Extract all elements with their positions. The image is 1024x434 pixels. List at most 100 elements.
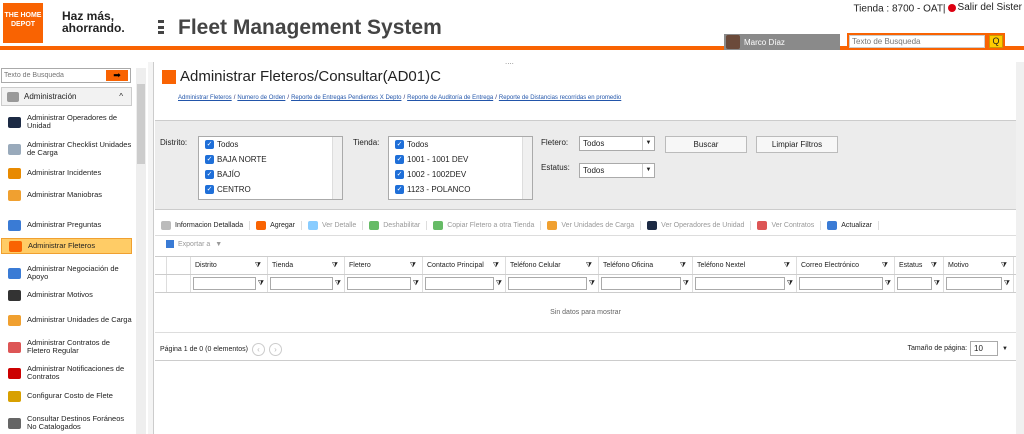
column-header[interactable]: Teléfono Nextel ⧩ [693,257,797,274]
estatus-select[interactable]: Todos ▼ [579,163,655,178]
export-menu[interactable]: Exportar a ▼ [155,237,222,251]
fletero-select[interactable]: Todos ▼ [579,136,655,151]
tienda-scrollbar[interactable] [522,137,532,199]
sidebar-item[interactable]: Administrar Contratos de Fletero Regular [1,337,132,357]
page-size-select[interactable]: 10 [970,341,999,356]
sidebar-item[interactable]: Administrar Unidades de Carga [1,310,132,330]
checkbox-icon[interactable]: ✓ [205,170,214,179]
filter-icon[interactable]: ⧩ [931,257,937,275]
menu-toggle-icon[interactable] [158,20,164,34]
column-header[interactable]: Tienda ⧩ [268,257,345,274]
checkbox-icon[interactable]: ✓ [395,170,404,179]
filter-icon[interactable]: ⧩ [589,275,595,293]
filter-icon[interactable]: ⧩ [787,275,793,293]
column-filter-input[interactable] [799,277,883,290]
sidebar-item[interactable]: Consultar Destinos Foráneos No Catalogad… [1,413,132,433]
column-filter-input[interactable] [946,277,1002,290]
logout-link[interactable]: Salir del Sister [946,2,1022,13]
sidebar-scroll-thumb[interactable] [137,84,145,164]
toolbar-button[interactable]: Agregar [250,221,302,230]
filter-icon[interactable]: ⧩ [1001,257,1007,275]
filter-icon[interactable]: ⧩ [882,257,888,275]
tienda-option[interactable]: ✓ 1002 - 1002DEV [389,167,532,182]
column-filter-input[interactable] [193,277,256,290]
filter-icon[interactable]: ⧩ [934,275,940,293]
arrow-right-icon[interactable]: ➡ [106,70,128,81]
column-filter-input[interactable] [508,277,587,290]
prev-page-button[interactable]: ‹ [251,343,265,356]
sidebar-item[interactable]: Administrar Maniobras [1,188,132,202]
column-header[interactable]: Motivo ⧩ [944,257,1014,274]
distrito-option[interactable]: ✓ BAJÍO [199,167,342,182]
user-badge[interactable]: Marco Díaz [724,34,840,50]
sidebar-item[interactable]: Administrar Notificaciones de Contratos [1,363,132,383]
filter-icon[interactable]: ⧩ [335,275,341,293]
tienda-option[interactable]: ✓ Todos [389,137,532,152]
column-header[interactable]: Teléfono Oficina ⧩ [599,257,693,274]
sidebar-item[interactable]: Configurar Costo de Flete [1,389,132,403]
column-header[interactable]: Teléfono Celular ⧩ [506,257,599,274]
toolbar-button[interactable]: Deshabilitar [363,221,428,230]
checkbox-icon[interactable]: ✓ [205,140,214,149]
breadcrumb-link[interactable]: Numero de Orden [237,95,285,101]
column-filter-input[interactable] [695,277,785,290]
sidebar-item[interactable]: Administrar Incidentes [1,166,132,180]
tienda-list[interactable]: ✓ Todos ✓ 1001 - 1001 DEV ✓ 1002 - 1002DEV ✓ 11… [388,136,533,200]
column-header[interactable]: Contacto Principal ⧩ [423,257,506,274]
distrito-scrollbar[interactable] [332,137,342,199]
header-search-input[interactable] [849,35,985,48]
checkbox-icon[interactable]: ✓ [395,185,404,194]
column-filter-input[interactable] [601,277,681,290]
filter-icon[interactable]: ⧩ [332,257,338,275]
sidebar-item[interactable]: Administrar Negociación de Apoyo [1,263,132,283]
breadcrumb-link[interactable]: Reporte de Auditoría de Entrega [407,95,493,101]
sidebar-section-header[interactable]: Administración ^ [1,87,132,106]
filter-icon[interactable]: ⧩ [410,257,416,275]
toolbar-button[interactable]: Actualizar [821,221,879,230]
column-filter-input[interactable] [425,277,494,290]
filter-icon[interactable]: ⧩ [885,275,891,293]
distrito-option[interactable]: ✓ Todos [199,137,342,152]
tienda-option[interactable]: ✓ 1001 - 1001 DEV [389,152,532,167]
checkbox-icon[interactable]: ✓ [395,155,404,164]
distrito-option[interactable]: ✓ BAJA NORTE [199,152,342,167]
breadcrumb-link[interactable]: Reporte de Entregas Pendientes X Depto [291,95,401,101]
filter-icon[interactable]: ⧩ [496,275,502,293]
column-header[interactable]: Distrito ⧩ [191,257,268,274]
toolbar-button[interactable]: Ver Operadores de Unidad [641,221,752,230]
tienda-option[interactable]: ✓ 1123 - POLANCO [389,182,532,197]
sidebar-item[interactable]: Administrar Preguntas [1,218,132,232]
checkbox-icon[interactable]: ✓ [395,140,404,149]
filter-icon[interactable]: ⧩ [586,257,592,275]
chevron-down-icon[interactable]: ▼ [1002,346,1008,352]
toolbar-button[interactable]: Copiar Fletero a otra Tienda [427,221,542,230]
column-header[interactable]: Correo Electrónico ⧩ [797,257,895,274]
page-scrollbar[interactable] [1016,62,1024,434]
filter-icon[interactable]: ⧩ [680,257,686,275]
checkbox-icon[interactable]: ✓ [205,185,214,194]
limpiar-filtros-button[interactable]: Limpiar Filtros [756,136,838,153]
distrito-option[interactable]: ✓ CENTRO [199,182,342,197]
home-depot-logo[interactable]: THE HOME DEPOT [3,3,43,43]
breadcrumb-link[interactable]: Reporte de Distancias recorridas en prom… [499,95,621,101]
sidebar-item[interactable]: Administrar Motivos [1,288,132,302]
checkbox-icon[interactable]: ✓ [205,155,214,164]
column-filter-input[interactable] [347,277,411,290]
filter-icon[interactable]: ⧩ [683,275,689,293]
search-icon[interactable]: Q [989,35,1003,48]
toolbar-button[interactable]: Ver Unidades de Carga [541,221,642,230]
distrito-list[interactable]: ✓ Todos ✓ BAJA NORTE ✓ BAJÍO ✓ CENTRO [198,136,343,200]
toolbar-button[interactable]: Informacion Detallada [155,221,251,230]
breadcrumb-link[interactable]: Administrar Fleteros [178,95,232,101]
column-filter-input[interactable] [270,277,333,290]
toolbar-button[interactable]: Ver Contratos [751,221,822,230]
sidebar-item[interactable]: Administrar Fleteros [1,238,132,254]
sidebar-search-input[interactable] [2,69,106,82]
panel-splitter[interactable] [148,62,154,434]
sidebar-item[interactable]: Administrar Operadores de Unidad [1,113,132,131]
filter-icon[interactable]: ⧩ [1004,275,1010,293]
column-header[interactable]: Estatus ⧩ [895,257,944,274]
filter-icon[interactable]: ⧩ [255,257,261,275]
toolbar-button[interactable]: Ver Detalle [302,221,364,230]
next-page-button[interactable]: › [268,343,282,356]
